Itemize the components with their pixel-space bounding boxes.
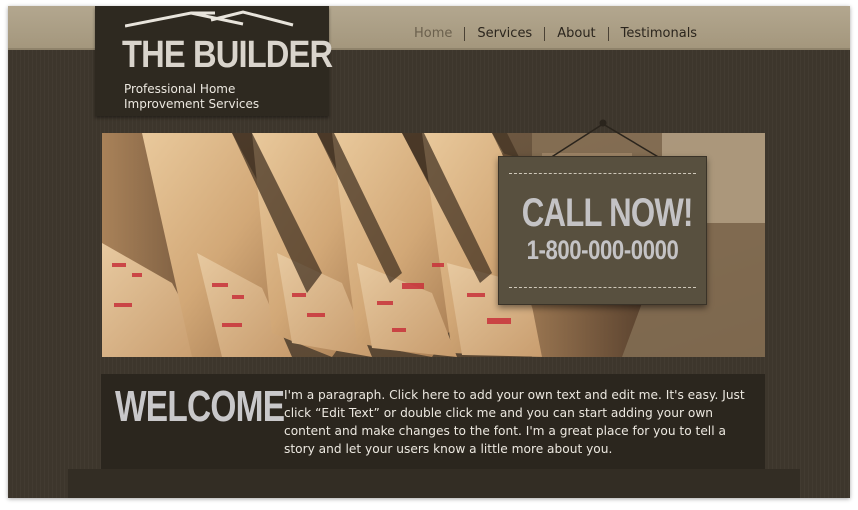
- nav-item-home[interactable]: Home: [402, 26, 464, 42]
- nav-item-testimonials[interactable]: Testimonals: [609, 26, 709, 42]
- main-nav: Home Services About Testimonals: [402, 26, 709, 42]
- site-tagline: Professional Home Improvement Services: [124, 82, 260, 111]
- call-now-heading: CALL NOW!: [521, 191, 694, 235]
- logo-block[interactable]: THE BUILDER Professional Home Improvemen…: [95, 6, 333, 116]
- roof-logo-icon: [125, 10, 294, 28]
- welcome-section: WELCOME I'm a paragraph. Click here to a…: [101, 374, 765, 471]
- nav-item-services[interactable]: Services: [465, 26, 544, 42]
- site-title: THE BUILDER: [122, 34, 333, 76]
- phone-number: 1-800-000-0000: [526, 235, 679, 265]
- nav-item-about[interactable]: About: [545, 26, 607, 42]
- welcome-paragraph[interactable]: I'm a paragraph. Click here to add your …: [284, 386, 758, 458]
- dashed-divider: [509, 173, 696, 174]
- footer-band: [68, 469, 800, 498]
- welcome-heading: WELCOME: [115, 382, 285, 431]
- sign-hanger-icon: [549, 119, 661, 159]
- call-now-sign[interactable]: CALL NOW! 1-800-000-0000: [498, 156, 707, 305]
- dashed-divider: [509, 287, 696, 288]
- site-frame: Home Services About Testimonals THE BUIL…: [8, 6, 850, 498]
